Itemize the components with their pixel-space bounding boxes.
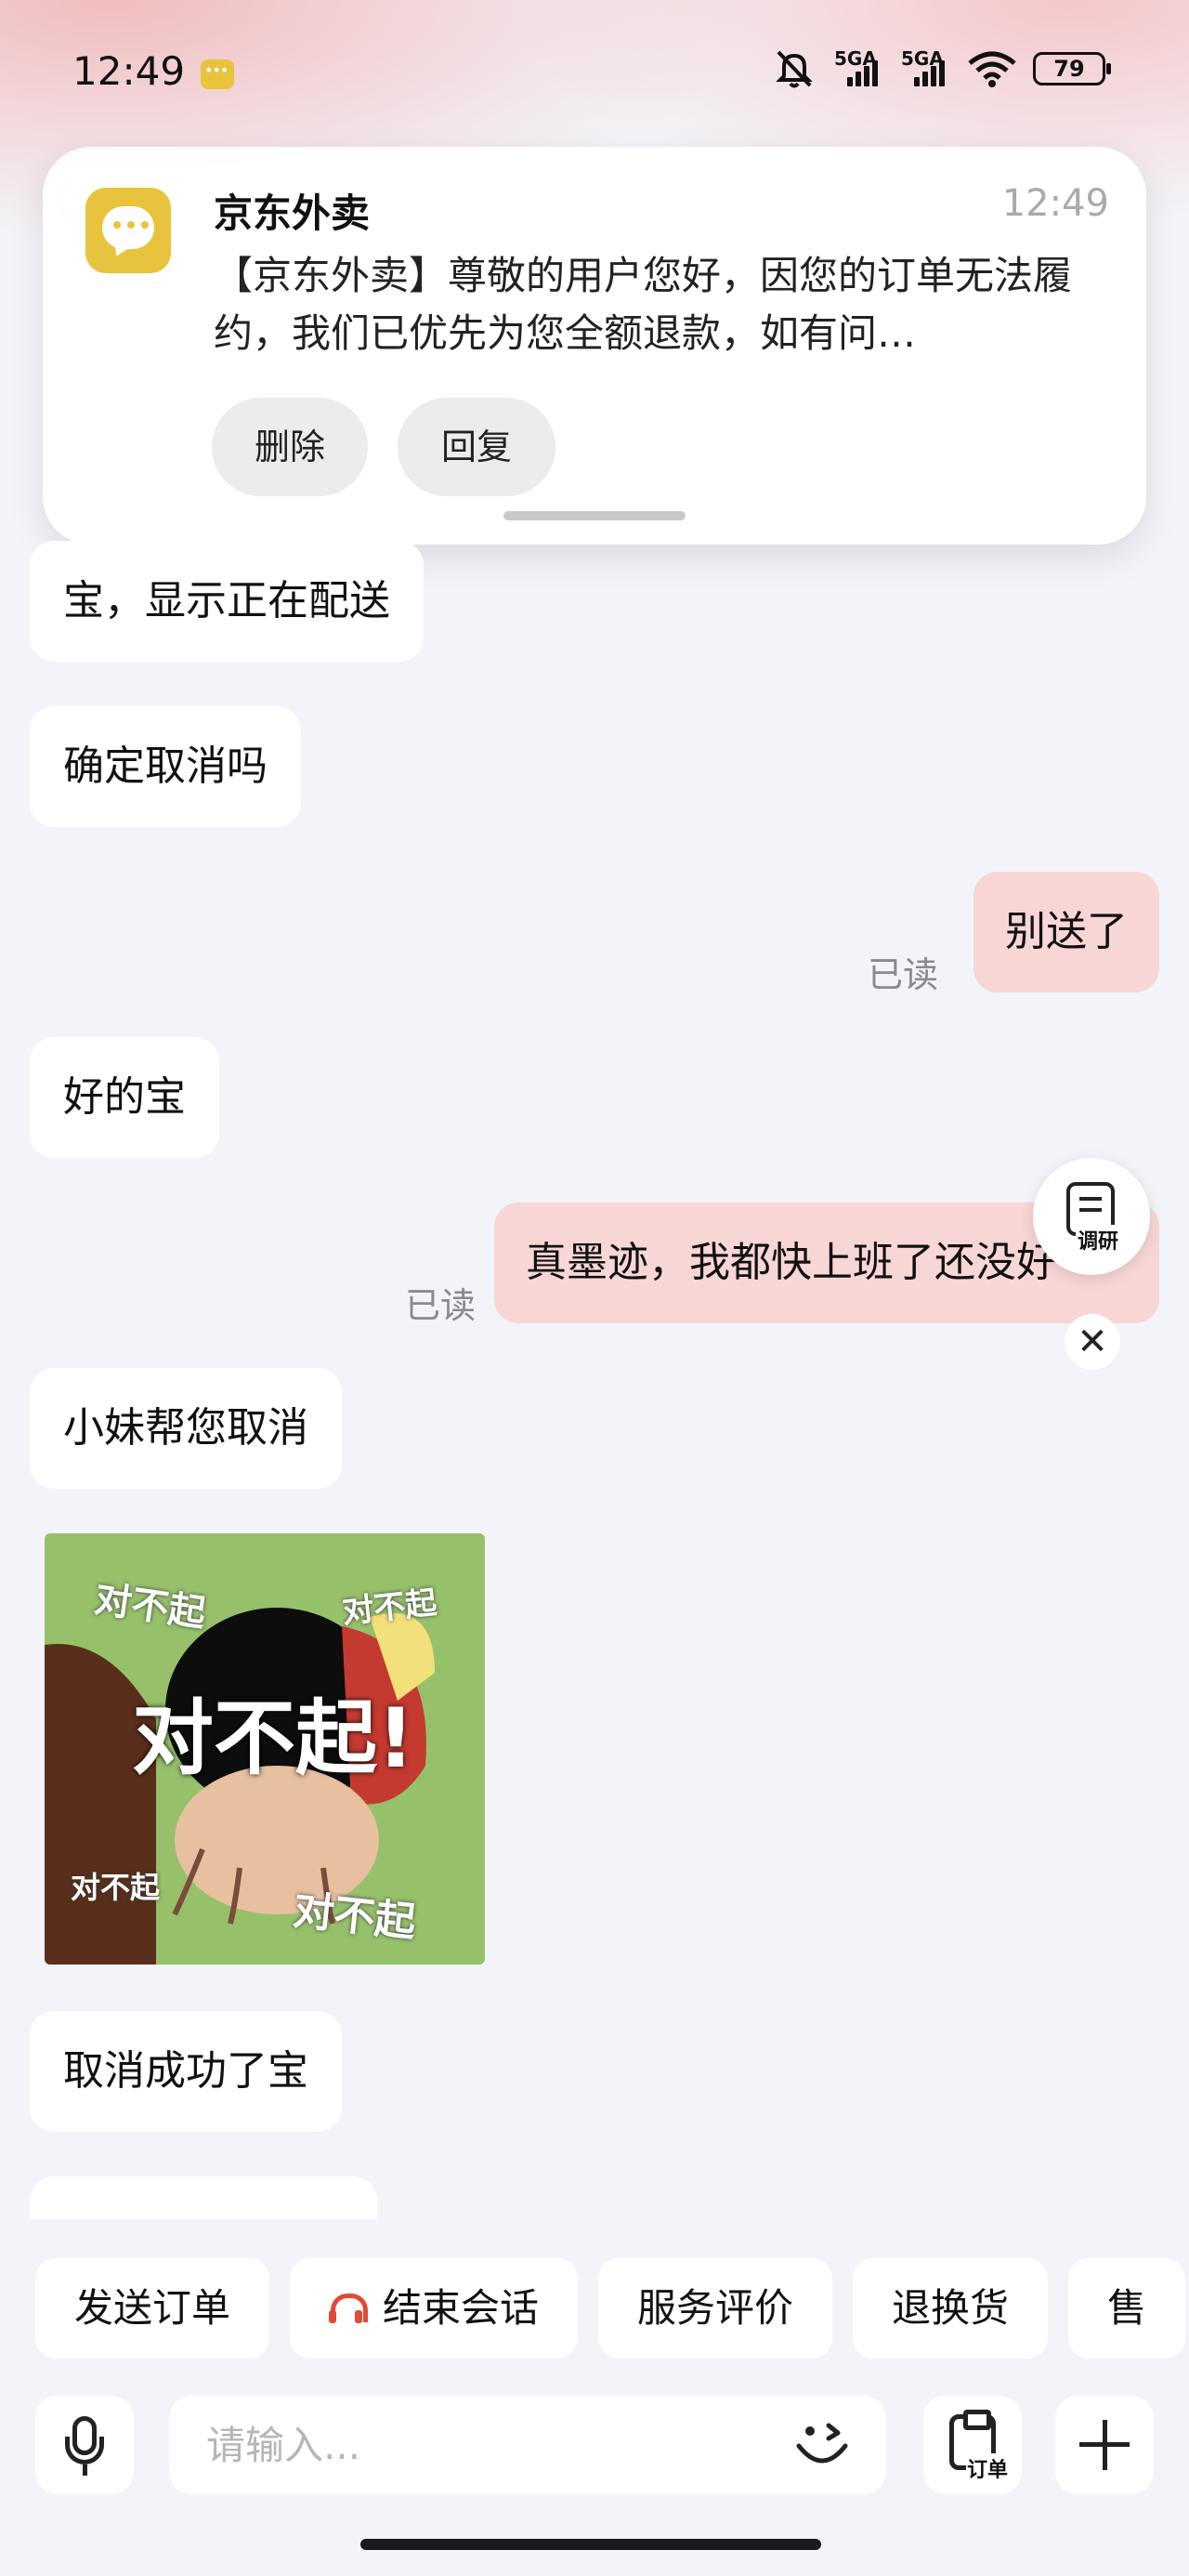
chip-label: 售 [1107,2285,1147,2331]
emoji-icon[interactable] [791,2414,853,2476]
message-bubble[interactable]: 小妹帮您取消 [30,1368,342,1489]
signal-icon-2: 5GA [901,47,951,86]
quick-action-bar[interactable]: 发送订单 结束会话 服务评价 退换货 售 [35,2258,1186,2359]
network-label: 5GA [834,47,877,70]
mute-icon [776,50,813,88]
chip-label: 退换货 [892,2285,1010,2331]
message-bubble-partial[interactable] [30,2176,377,2219]
status-icons: 5GA 5GA 79 [771,47,1111,89]
read-status: 已读 [868,954,939,995]
signal-icon: 5GA [834,47,884,86]
microphone-stand [65,2437,104,2464]
notification-time: 12:49 [1001,182,1109,225]
input-row: 订单 [0,2396,1189,2498]
chat-app-icon [85,188,171,273]
message-bubble[interactable]: 宝，显示正在配送 [30,541,424,662]
after-sales-chip[interactable]: 售 [1068,2258,1186,2359]
status-time: 12:49 [72,48,186,94]
voice-button[interactable] [35,2396,134,2494]
my-message-bubble[interactable]: 别送了 [973,872,1159,992]
survey-button[interactable]: 调研 [1033,1158,1150,1275]
delete-button[interactable]: 删除 [212,398,368,496]
status-bar: 12:49 5GA 5GA 79 [0,0,1189,149]
sticker-main-text: 对不起! [132,1690,415,1786]
headset-icon [329,2290,369,2327]
message-bubble[interactable]: 好的宝 [30,1037,219,1158]
return-exchange-chip[interactable]: 退换货 [853,2258,1049,2359]
order-label: 订单 [966,2453,1010,2483]
read-status: 已读 [405,1285,477,1326]
battery-icon: 79 [1033,52,1111,85]
chip-label: 服务评价 [637,2285,794,2331]
chip-label: 结束会话 [383,2285,540,2331]
sticker-small-text: 对不起 [71,1870,161,1905]
reply-button[interactable]: 回复 [398,398,555,496]
sorry-sticker-image[interactable]: 对不起 对不起 对不起! 对不起 对不起 [45,1533,485,1965]
push-notification[interactable]: 京东外卖 12:49 【京东外卖】尊敬的用户您好，因您的订单无法履约，我们已优先… [43,147,1146,545]
chip-label: 发送订单 [74,2285,231,2331]
close-survey-button[interactable]: ✕ [1065,1314,1120,1370]
end-session-chip[interactable]: 结束会话 [290,2258,579,2359]
sticker-small-text: 对不起 [291,1886,418,1947]
microphone-base [83,2464,87,2476]
network-label-2: 5GA [901,47,944,70]
bottom-panel: 发送订单 结束会话 服务评价 退换货 售 订单 [0,2219,1189,2576]
message-bubble[interactable]: 取消成功了宝 [30,2011,342,2132]
service-rating-chip[interactable]: 服务评价 [598,2258,833,2359]
message-bubble[interactable]: 确定取消吗 [30,706,301,827]
notification-drag-handle[interactable] [503,511,686,520]
message-input[interactable] [169,2396,886,2494]
survey-label: 调研 [1076,1225,1121,1255]
more-button[interactable] [1055,2396,1154,2494]
send-order-chip[interactable]: 发送订单 [35,2258,270,2359]
notification-title: 京东外卖 [214,191,371,236]
notification-body: 【京东外卖】尊敬的用户您好，因您的订单无法履约，我们已优先为您全额退款，如有问… [214,253,1073,356]
home-indicator[interactable] [360,2539,821,2550]
notification-app-icon [201,59,234,89]
wifi-icon [968,51,1016,87]
order-button[interactable]: 订单 [923,2396,1022,2494]
